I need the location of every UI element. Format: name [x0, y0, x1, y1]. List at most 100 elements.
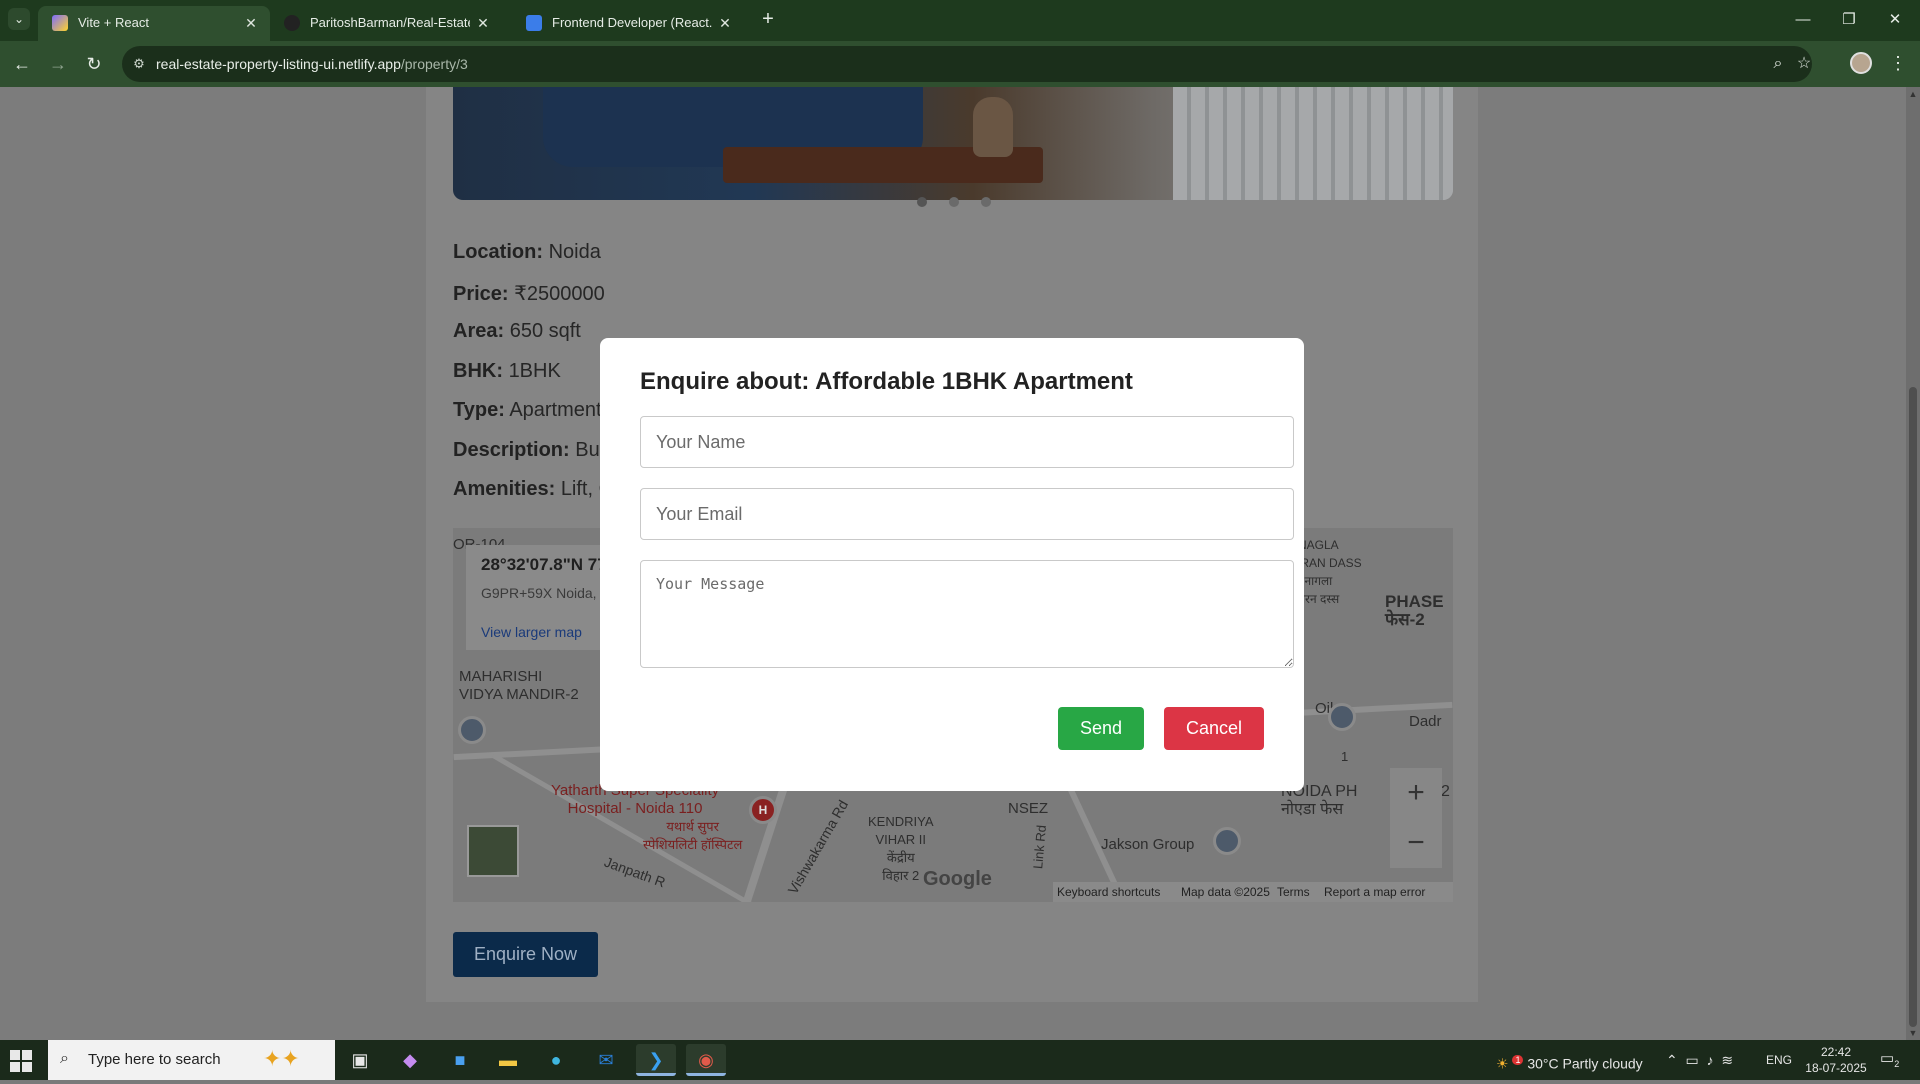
tab-search-icon[interactable]: ⌄ — [8, 8, 30, 30]
close-tab-icon[interactable]: ✕ — [716, 14, 734, 32]
zoom-icon[interactable]: ⌕ — [1766, 52, 1790, 76]
meet-now-icon[interactable]: ▭ — [1686, 1052, 1699, 1068]
scroll-down-icon[interactable]: ▼ — [1906, 1026, 1920, 1040]
weather-widget[interactable]: ☀ 1 30°C Partly cloudy — [1496, 1040, 1643, 1080]
tab-github-repo[interactable]: ParitoshBarman/Real-Estate-Pro ✕ — [270, 6, 502, 41]
task-view-icon[interactable]: ▣ — [340, 1044, 380, 1076]
store-icon[interactable]: ■ — [440, 1044, 480, 1076]
email-input[interactable] — [640, 488, 1294, 540]
back-icon[interactable]: ← — [8, 50, 36, 78]
profile-avatar[interactable] — [1850, 52, 1872, 74]
restore-icon[interactable]: ❐ — [1826, 6, 1872, 34]
detail-label: Location: — [453, 241, 543, 263]
scroll-up-icon[interactable]: ▲ — [1906, 87, 1920, 101]
cancel-button[interactable]: Cancel — [1164, 707, 1264, 750]
edge-icon[interactable]: ● — [536, 1044, 576, 1076]
volume-icon[interactable]: ♪ — [1707, 1052, 1714, 1068]
clock-time: 22:42 — [1820, 1045, 1852, 1059]
scrollbar-thumb[interactable] — [1909, 387, 1917, 1027]
detail-label: Description: — [453, 439, 570, 461]
detail-value: Noida — [548, 241, 601, 263]
forward-icon[interactable]: → — [44, 50, 72, 78]
carousel-dot[interactable] — [981, 197, 991, 207]
chrome-icon[interactable]: ◉ — [686, 1044, 726, 1076]
map-pin-icon[interactable] — [1213, 827, 1241, 855]
fuel-pin-icon[interactable] — [1328, 703, 1356, 731]
notifications-icon[interactable]: ▭2 — [1880, 1049, 1900, 1069]
satellite-toggle-thumbnail[interactable] — [467, 825, 519, 877]
language-indicator[interactable]: ENG — [1766, 1040, 1792, 1080]
close-tab-icon[interactable]: ✕ — [242, 14, 260, 32]
new-tab-button[interactable]: + — [757, 8, 779, 30]
wifi-icon[interactable]: ≋ — [1721, 1052, 1733, 1068]
carousel-dot[interactable] — [917, 197, 927, 207]
search-highlight-icon: ✦✦ — [263, 1046, 300, 1071]
copilot-icon[interactable]: ◆ — [390, 1044, 430, 1076]
site-info-icon[interactable]: ⚙ — [130, 55, 148, 73]
map-label: MAHARISHI VIDYA MANDIR-2 — [459, 668, 579, 703]
search-icon: ⌕ — [60, 1050, 69, 1067]
map-label: यथार्थ सुपर स्पेशियलिटी हॉस्पिटल — [643, 819, 743, 852]
address-bar[interactable]: ⚙ real-estate-property-listing-ui.netlif… — [122, 46, 1812, 82]
map-zoom-out-button[interactable]: − — [1390, 818, 1442, 868]
detail-amenities: Amenities: Lift, C — [453, 478, 613, 501]
hospital-pin-icon[interactable]: H — [749, 796, 777, 824]
map-label: Link Rd — [1030, 824, 1049, 870]
bookmark-star-icon[interactable]: ☆ — [1792, 52, 1816, 76]
minimize-icon[interactable]: — — [1780, 6, 1826, 34]
window-shape — [1173, 87, 1453, 200]
github-favicon-icon — [284, 15, 300, 31]
page-viewport: Location: Noida Price: ₹2500000 Area: 65… — [0, 87, 1906, 1040]
vscode-icon[interactable]: ❯ — [636, 1044, 676, 1076]
map-zoom-in-button[interactable]: + — [1390, 768, 1442, 818]
detail-label: Type: — [453, 399, 505, 421]
detail-bhk: BHK: 1BHK — [453, 360, 561, 383]
taskbar-search-box[interactable]: ⌕ Type here to search ✦✦ — [48, 1040, 335, 1080]
url-path: /property/3 — [400, 56, 468, 72]
property-image-carousel[interactable] — [453, 87, 1453, 200]
notification-count: 2 — [1894, 1059, 1900, 1069]
browser-tab-strip: ⌄ Vite + React ✕ ParitoshBarman/Real-Est… — [0, 0, 1920, 41]
view-larger-map-link[interactable]: View larger map — [481, 624, 582, 640]
search-placeholder: Type here to search — [88, 1051, 221, 1068]
close-tab-icon[interactable]: ✕ — [474, 14, 492, 32]
browser-toolbar: ← → ↻ ⚙ real-estate-property-listing-ui.… — [0, 41, 1920, 87]
url-text[interactable]: real-estate-property-listing-ui.netlify.… — [156, 56, 468, 72]
windows-start-icon[interactable] — [10, 1050, 32, 1072]
system-clock[interactable]: 22:42 18-07-2025 — [1800, 1044, 1872, 1076]
map-footer: Keyboard shortcuts Map data ©2025 Terms … — [1053, 882, 1453, 902]
tab-title: ParitoshBarman/Real-Estate-Pro — [310, 15, 470, 30]
detail-value: Apartment — [509, 399, 602, 421]
reload-icon[interactable]: ↻ — [80, 50, 108, 78]
vite-favicon-icon — [52, 15, 68, 31]
report-map-error-link[interactable]: Report a map error — [1324, 885, 1425, 899]
clock-date: 18-07-2025 — [1805, 1061, 1867, 1075]
close-window-icon[interactable]: ✕ — [1872, 6, 1918, 34]
tab-vite-react[interactable]: Vite + React ✕ — [38, 6, 270, 41]
tab-title: Frontend Developer (React.js) In — [552, 15, 712, 30]
send-button[interactable]: Send — [1058, 707, 1144, 750]
detail-value: 650 sqft — [509, 320, 581, 342]
keyboard-shortcuts-link[interactable]: Keyboard shortcuts — [1057, 885, 1160, 899]
outlook-icon[interactable]: ✉ — [586, 1044, 626, 1076]
map-label: Jakson Group — [1101, 836, 1195, 853]
detail-value: 1BHK — [508, 360, 561, 382]
kebab-menu-icon[interactable]: ⋮ — [1888, 50, 1908, 76]
map-info-card: 28°32'07.8"N 77 G9PR+59X Noida, View lar… — [466, 545, 616, 650]
show-hidden-icons-icon[interactable]: ⌃ — [1666, 1052, 1678, 1068]
terms-link[interactable]: Terms — [1277, 885, 1310, 899]
tab-job-posting[interactable]: Frontend Developer (React.js) In ✕ — [512, 6, 744, 41]
detail-description: Description: Buc — [453, 439, 610, 462]
carousel-dot[interactable] — [949, 197, 959, 207]
map-pin-icon[interactable] — [458, 716, 486, 744]
message-textarea[interactable] — [640, 560, 1294, 668]
detail-label: Amenities: — [453, 478, 556, 500]
enquire-now-button[interactable]: Enquire Now — [453, 932, 598, 977]
name-input[interactable] — [640, 416, 1294, 468]
page-scrollbar[interactable]: ▲ ▼ — [1906, 87, 1920, 1040]
modal-title: Enquire about: Affordable 1BHK Apartment — [640, 368, 1133, 395]
map-label: Janpath R — [602, 853, 668, 891]
windows-taskbar: ⌕ Type here to search ✦✦ ▣ ◆ ■ ▬ ● ✉ ❯ ◉… — [0, 1040, 1920, 1080]
file-explorer-icon[interactable]: ▬ — [488, 1044, 528, 1076]
detail-location: Location: Noida — [453, 241, 601, 264]
